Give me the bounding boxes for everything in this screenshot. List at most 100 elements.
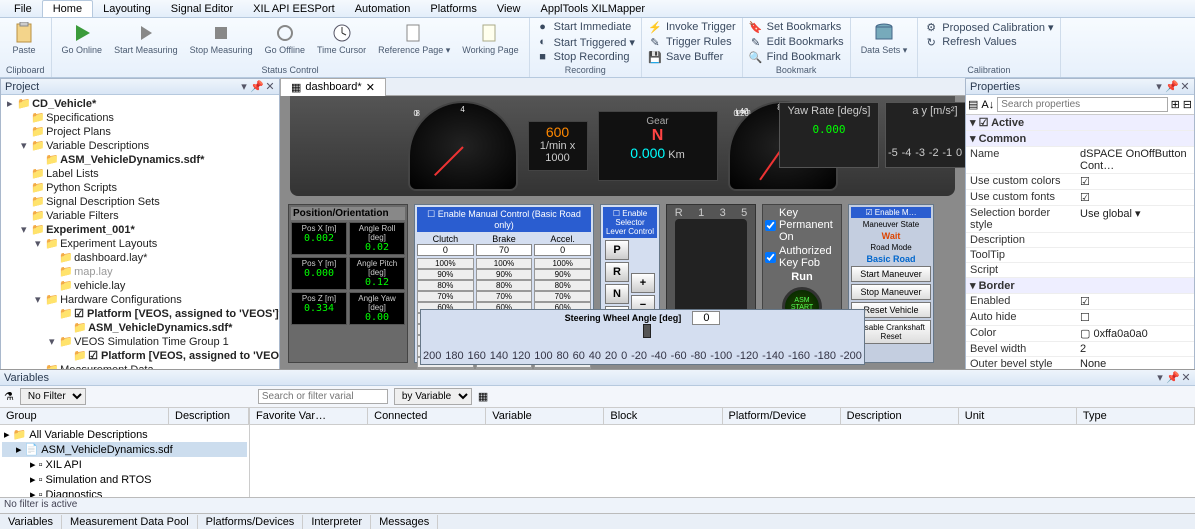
start-immediate-button[interactable]: ●Start Immediate [536,20,635,34]
menu-layouting[interactable]: Layouting [93,1,161,17]
foot-tab-variables[interactable]: Variables [0,515,62,529]
tree-item[interactable]: 📁 Label Lists [3,167,277,181]
tree-item[interactable]: ▸📁 CD_Vehicle* [3,97,277,111]
variable-tree-row[interactable]: ▸ ▫Diagnostics [2,487,247,497]
foot-tab-interpreter[interactable]: Interpreter [303,515,371,529]
tree-item[interactable]: 📁 Python Scripts [3,181,277,195]
gear-plus-button[interactable]: + [631,273,655,293]
column-header[interactable]: Favorite Var… [250,408,368,424]
go-offline-button[interactable]: Go Offline [261,20,309,57]
variables-search-input[interactable] [258,389,388,404]
panel-pin-icon[interactable]: 📌 [252,82,262,92]
close-icon[interactable]: ✕ [366,81,375,94]
filter-select[interactable]: No Filter [20,388,86,405]
selector-P-button[interactable]: P [605,240,629,260]
paste-button[interactable]: Paste [6,20,42,57]
reference-page-button[interactable]: Reference Page ▾ [374,20,454,57]
doc-tab-dashboard[interactable]: ▦dashboard*✕ [280,78,386,96]
trigger-rules-button[interactable]: ✎Trigger Rules [648,35,736,49]
variable-tree-row[interactable]: ▸ ▫Simulation and RTOS [2,472,247,487]
property-row[interactable]: Script [966,263,1194,278]
property-row[interactable]: Color▢ 0xffa0a0a0 [966,326,1194,342]
column-header[interactable]: Block [604,408,722,424]
tree-item[interactable]: 📁 ASM_VehicleDynamics.sdf* [3,153,277,167]
menu-view[interactable]: View [487,1,531,17]
authorized-key-checkbox[interactable]: Authorized Key Fob [765,245,839,269]
foot-tab-meas[interactable]: Measurement Data Pool [62,515,198,529]
properties-search-input[interactable] [997,97,1167,112]
find-bookmark-button[interactable]: 🔍Find Bookmark [749,50,844,64]
tree-item[interactable]: 📁 Variable Filters [3,209,277,223]
collapse-icon[interactable]: ⊟ [1183,98,1192,111]
selector-R-button[interactable]: R [605,262,629,282]
tree-header-row[interactable]: ▸ 📁All Variable Descriptions [2,427,247,442]
panel-menu-icon[interactable]: ▾ [1154,82,1164,92]
property-row[interactable]: Description [966,233,1194,248]
tree-item[interactable]: 📁 ASM_VehicleDynamics.sdf* [3,321,277,335]
panel-pin-icon[interactable]: 📌 [1167,82,1177,92]
column-header[interactable]: Variable [486,408,604,424]
property-row[interactable]: ▾ Border [966,278,1194,294]
property-row[interactable]: Use custom colors☑ [966,174,1194,190]
property-row[interactable]: Selection border styleUse global ▾ [966,206,1194,233]
panel-menu-icon[interactable]: ▾ [239,82,249,92]
invoke-trigger-button[interactable]: ⚡Invoke Trigger [648,20,736,34]
tool-icon[interactable]: ▦ [478,390,488,403]
refresh-values-button[interactable]: ↻Refresh Values [924,35,1053,49]
property-row[interactable]: Use custom fonts☑ [966,190,1194,206]
steering-slider[interactable] [643,324,651,338]
proposed-calibration-button[interactable]: ⚙Proposed Calibration ▾ [924,20,1053,34]
expand-icon[interactable]: ⊞ [1171,98,1180,111]
project-tree[interactable]: ▸📁 CD_Vehicle*📁 Specifications📁 Project … [1,95,279,369]
tree-item[interactable]: 📁 map.lay [3,265,277,279]
stop-measuring-button[interactable]: Stop Measuring [186,20,257,57]
menu-automation[interactable]: Automation [345,1,421,17]
tree-item[interactable]: ▾📁 Hardware Configurations [3,293,277,307]
panel-menu-icon[interactable]: ▾ [1155,373,1165,383]
property-row[interactable]: ToolTip [966,248,1194,263]
start-measuring-button[interactable]: Start Measuring [110,20,182,57]
selector-N-button[interactable]: N [605,284,629,304]
property-row[interactable]: Bevel width2 [966,342,1194,357]
menu-home[interactable]: Home [42,0,93,17]
col-desc[interactable]: Description [169,408,249,424]
column-header[interactable]: Type [1077,408,1195,424]
panel-close-icon[interactable]: ✕ [265,82,275,92]
time-cursor-button[interactable]: Time Cursor [313,20,370,57]
maneuver-enable-checkbox[interactable]: ☑ Enable M… [851,207,931,218]
save-buffer-button[interactable]: 💾Save Buffer [648,50,736,64]
property-row[interactable]: Enabled☑ [966,294,1194,310]
tree-item[interactable]: 📁 Signal Description Sets [3,195,277,209]
tree-item[interactable]: ▾📁 Experiment Layouts [3,237,277,251]
edit-bookmarks-button[interactable]: ✎Edit Bookmarks [749,35,844,49]
property-row[interactable]: Auto hide☐ [966,310,1194,326]
column-header[interactable]: Unit [959,408,1077,424]
tree-row-selected[interactable]: ▸ 📄ASM_VehicleDynamics.sdf [2,442,247,457]
menu-xil-api[interactable]: XIL API EESPort [243,1,345,17]
column-header[interactable]: Description [841,408,959,424]
start-triggered-button[interactable]: ◐Start Triggered ▾ [536,35,635,49]
manual-control-checkbox[interactable]: ☐ Enable Manual Control (Basic Road only… [417,207,591,232]
stop-maneuver-button[interactable]: Stop Maneuver [851,284,931,300]
filter-icon[interactable]: ⚗ [4,390,14,403]
property-row[interactable]: ▾ Common [966,131,1194,147]
go-online-button[interactable]: Go Online [58,20,107,57]
panel-pin-icon[interactable]: 📌 [1168,373,1178,383]
start-maneuver-button[interactable]: Start Maneuver [851,266,931,282]
property-row[interactable]: ▾ ☑ Active [966,115,1194,131]
working-page-button[interactable]: Working Page [458,20,522,57]
column-header[interactable]: Connected [368,408,486,424]
property-row[interactable]: Outer bevel styleNone [966,357,1194,369]
data-sets-button[interactable]: Data Sets ▾ [857,20,912,57]
menu-platforms[interactable]: Platforms [420,1,486,17]
menu-file[interactable]: File [4,1,42,17]
tree-item[interactable]: 📁 vehicle.lay [3,279,277,293]
menu-signal-editor[interactable]: Signal Editor [161,1,243,17]
tree-item[interactable]: ▾📁 Experiment_001* [3,223,277,237]
panel-close-icon[interactable]: ✕ [1181,373,1191,383]
menu-appltools[interactable]: ApplTools XILMapper [530,1,655,17]
variable-tree-row[interactable]: ▸ ▫XIL API [2,457,247,472]
by-select[interactable]: by Variable [394,388,472,405]
set-bookmarks-button[interactable]: 🔖Set Bookmarks [749,20,844,34]
selector-enable-checkbox[interactable]: ☐ Enable Selector Lever Control [603,207,657,238]
